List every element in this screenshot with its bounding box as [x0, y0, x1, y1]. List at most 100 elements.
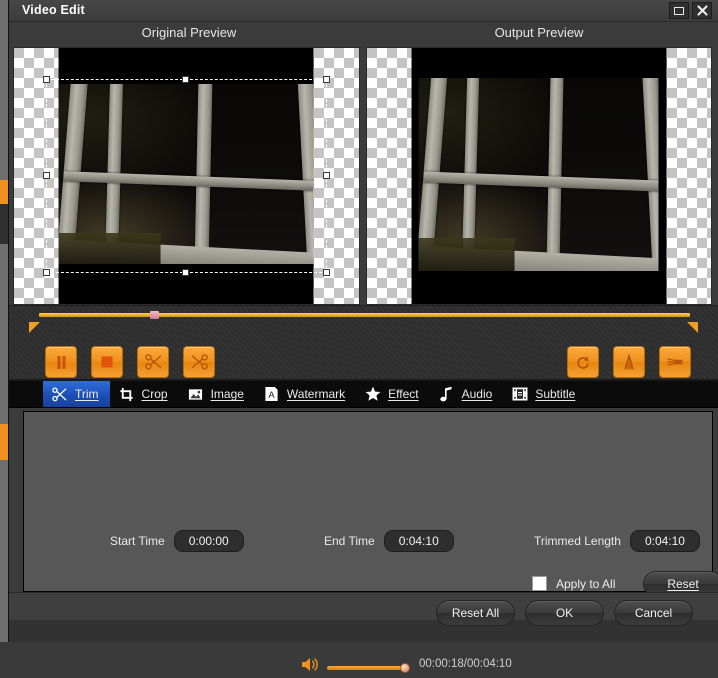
image-icon: [187, 386, 204, 403]
volume-slider-knob[interactable]: [400, 663, 410, 673]
svg-text:A: A: [268, 390, 275, 400]
flip-vertical-button[interactable]: [659, 346, 691, 378]
crop-icon: [118, 386, 135, 403]
background-window-strip: [0, 424, 8, 460]
background-window-strip: [0, 244, 8, 424]
tab-image-label: Image: [210, 387, 244, 401]
start-time-label: Start Time: [110, 534, 165, 548]
star-icon: [364, 386, 381, 403]
flip-vertical-icon: [667, 358, 683, 366]
ok-label: OK: [555, 606, 574, 620]
scissors-delete-icon: [191, 354, 208, 370]
stop-button[interactable]: [91, 346, 123, 378]
tab-watermark-label: Watermark: [286, 387, 346, 401]
tab-subtitle-label: Subtitle: [535, 387, 576, 401]
speaker-icon: [302, 658, 318, 671]
end-time-label: End Time: [324, 534, 375, 548]
crop-handle-sw[interactable]: [42, 269, 50, 276]
original-preview-pane[interactable]: [13, 47, 360, 305]
video-edit-dialog: Video Edit Original Preview Output Previ…: [8, 0, 718, 673]
ground-area: [418, 238, 515, 271]
original-preview-label: Original Preview: [141, 25, 237, 40]
tab-crop-label: Crop: [141, 387, 168, 401]
reset-all-button[interactable]: Reset All: [436, 600, 515, 626]
trim-start-marker[interactable]: [29, 322, 40, 333]
scissors-icon: [51, 386, 68, 403]
tab-effect-label: Effect: [388, 387, 419, 401]
cancel-button[interactable]: Cancel: [614, 600, 693, 626]
dialog-footer: Reset All OK Cancel: [9, 592, 718, 642]
flip-horizontal-icon: [624, 354, 634, 370]
crop-handle-s[interactable]: [182, 269, 190, 276]
pause-icon: [57, 355, 65, 369]
crop-handle-w[interactable]: [42, 172, 50, 179]
end-time-group: End Time 0:04:10: [324, 530, 454, 552]
footer-lower-strip: [9, 620, 718, 642]
window-mullion-horizontal: [423, 171, 659, 192]
pause-button[interactable]: [45, 346, 77, 378]
trimmed-length-group: Trimmed Length 0:04:10: [534, 530, 700, 552]
window-controls: [669, 2, 712, 19]
output-preview-label: Output Preview: [494, 25, 584, 40]
reset-all-label: Reset All: [451, 606, 500, 620]
apply-to-all-row: Apply to All: [532, 576, 615, 591]
subtitle-icon: [511, 386, 528, 403]
cut-button[interactable]: [137, 346, 169, 378]
apply-to-all-checkbox[interactable]: [532, 576, 547, 591]
tab-subtitle[interactable]: Subtitle: [503, 381, 586, 407]
time-display: 00:00:18/00:04:10: [419, 658, 512, 670]
seek-slider[interactable]: [39, 311, 690, 319]
output-preview-pane[interactable]: [365, 47, 712, 305]
rotate-button[interactable]: [567, 346, 599, 378]
crop-selection-rectangle[interactable]: [42, 76, 330, 276]
crop-handle-e[interactable]: [322, 172, 330, 179]
seek-playhead[interactable]: [149, 311, 159, 319]
start-time-group: Start Time 0:00:00: [110, 530, 244, 552]
trim-end-marker[interactable]: [687, 322, 698, 333]
tab-trim-label: Trim: [75, 387, 99, 401]
tab-crop[interactable]: Crop: [110, 381, 179, 407]
close-icon: [696, 5, 708, 16]
preview-area: [9, 47, 718, 305]
stop-icon: [101, 356, 113, 368]
tab-effect[interactable]: Effect: [356, 381, 429, 407]
scissors-icon: [144, 354, 161, 370]
ok-button[interactable]: OK: [525, 600, 604, 626]
background-window-strip: [0, 0, 8, 180]
background-window-strip: [0, 180, 8, 204]
tab-watermark[interactable]: A Watermark: [255, 381, 356, 407]
output-video-letterbox: [411, 48, 667, 304]
tab-image[interactable]: Image: [179, 381, 255, 407]
start-time-input[interactable]: 0:00:00: [173, 530, 244, 552]
crop-handle-nw[interactable]: [42, 76, 50, 83]
volume-slider[interactable]: [327, 663, 410, 673]
window-title: Video Edit: [22, 3, 85, 17]
title-bar: Video Edit: [9, 0, 718, 22]
trimmed-length-label: Trimmed Length: [534, 534, 621, 548]
transport-bar: 00:00:18/00:04:10: [9, 305, 718, 673]
crop-handle-ne[interactable]: [322, 76, 330, 83]
maximize-icon: [674, 6, 684, 15]
delete-segment-button[interactable]: [183, 346, 215, 378]
maximize-button[interactable]: [669, 2, 689, 19]
crop-handle-n[interactable]: [182, 76, 190, 83]
tab-audio[interactable]: Audio: [430, 381, 504, 407]
trim-panel: Start Time 0:00:00 End Time 0:04:10 Trim…: [23, 411, 718, 597]
trimmed-length-value: 0:04:10: [629, 530, 700, 552]
flip-horizontal-button[interactable]: [613, 346, 645, 378]
volume-button[interactable]: [301, 656, 320, 678]
crop-handle-se[interactable]: [322, 269, 330, 276]
background-window-strip: [0, 460, 8, 642]
output-video-frame: [418, 78, 659, 271]
edit-tabs: Trim Crop Image A Watermark Effect Audio…: [9, 381, 718, 408]
window-mullion: [546, 78, 564, 271]
preview-headers: Original Preview Output Preview: [9, 22, 718, 47]
reset-button-label: Reset: [667, 577, 699, 591]
background-window-strip: [0, 204, 8, 244]
tab-trim[interactable]: Trim: [43, 381, 110, 407]
cancel-label: Cancel: [634, 606, 673, 620]
close-button[interactable]: [692, 2, 712, 19]
tab-audio-label: Audio: [461, 387, 493, 401]
end-time-input[interactable]: 0:04:10: [383, 530, 454, 552]
window-frame-right: [641, 78, 659, 271]
